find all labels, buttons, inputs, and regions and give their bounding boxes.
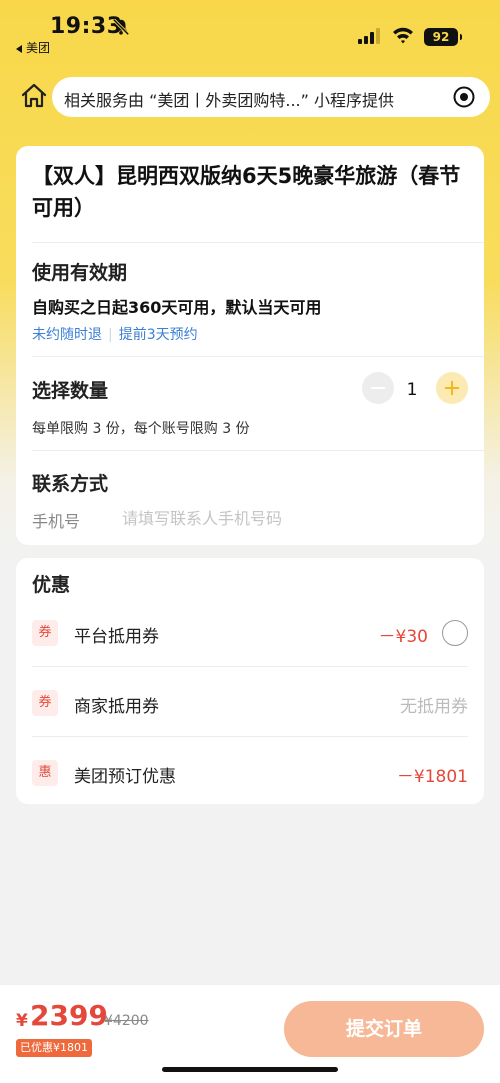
divider [32,242,484,243]
booking-tags: 未约随时退 | 提前3天预约 [32,324,198,344]
quantity-increment-button[interactable] [436,372,468,404]
tag-separator: | [108,327,113,343]
battery-indicator: 92 [424,28,462,46]
contact-heading: 联系方式 [32,473,109,495]
divider [32,736,468,737]
discount-row-merchant-coupon[interactable]: 券 商家抵用券 无抵用券 [32,682,468,722]
discount-row-meituan-booking: 惠 美团预订优惠 －¥1801 [32,752,468,792]
status-bar: 19:33 美团 92 [0,0,500,60]
discount-label: 商家抵用券 [74,697,159,717]
cellular-signal-icon [358,28,380,44]
phone-input[interactable] [122,504,462,532]
wifi-icon [393,27,413,44]
service-notice-bar[interactable]: 相关服务由 “美团丨外卖团购特...” 小程序提供 [52,77,490,117]
quantity-value: 1 [406,380,418,400]
validity-heading: 使用有效期 [32,262,128,284]
quantity-heading: 选择数量 [32,380,109,402]
divider [32,666,468,667]
order-info-card: 【双人】昆明西双版纳6天5晚豪华旅游（春节可用） 使用有效期 自购买之日起360… [16,146,484,545]
divider [32,356,484,357]
discounts-card: 优惠 券 平台抵用券 －¥30 券 商家抵用券 无抵用券 惠 美团预订优惠 －¥… [16,558,484,804]
service-notice-text: 相关服务由 “美团丨外卖团购特...” 小程序提供 [64,91,395,110]
product-title: 【双人】昆明西双版纳6天5晚豪华旅游（春节可用） [32,164,461,220]
platform-coupon-radio[interactable] [442,620,468,646]
discount-label: 美团预订优惠 [74,767,176,787]
coupon-badge: 券 [32,690,58,716]
divider [32,450,484,451]
original-price: ¥4200 [104,1013,149,1029]
discount-label: 平台抵用券 [74,627,159,647]
phone-label: 手机号 [32,512,81,531]
bell-muted-icon [112,18,130,36]
discounts-heading: 优惠 [32,574,71,596]
total-price: 2399 [30,999,108,1032]
price-currency: ¥ [16,1011,28,1031]
discount-amount: －¥30 [378,627,428,647]
no-coupon-text: 无抵用券 [400,697,468,717]
coupon-badge: 券 [32,620,58,646]
back-to-app-link[interactable]: 美团 [16,39,50,56]
home-icon[interactable] [20,82,48,110]
quantity-decrement-button[interactable] [362,372,394,404]
discount-amount: －¥1801 [396,767,468,787]
promo-badge: 惠 [32,760,58,786]
home-indicator[interactable] [162,1067,338,1072]
record-target-icon[interactable] [452,85,476,109]
purchase-limit-text: 每单限购 3 份，每个账号限购 3 份 [32,421,250,437]
back-app-label: 美团 [26,41,51,55]
discount-row-platform-coupon[interactable]: 券 平台抵用券 －¥30 [32,612,468,652]
validity-text: 自购买之日起360天可用，默认当天可用 [32,298,322,317]
saved-amount-badge: 已优惠¥1801 [16,1039,92,1057]
back-triangle-icon [16,44,22,53]
submit-order-button[interactable]: 提交订单 [284,1001,484,1057]
tag-refund: 未约随时退 [32,327,102,343]
tag-advance-booking: 提前3天预约 [118,327,198,343]
